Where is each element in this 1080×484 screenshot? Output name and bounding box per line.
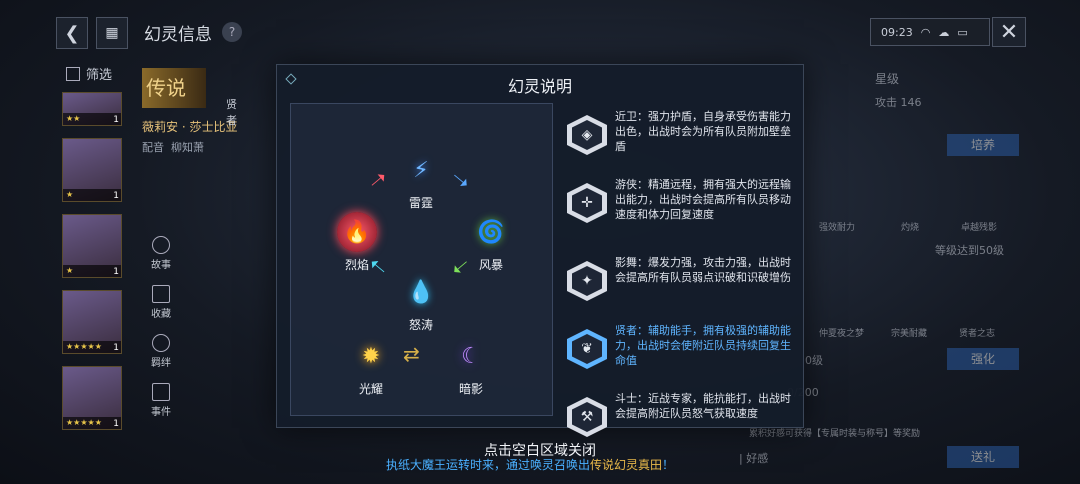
side-menu-label: 事件: [151, 407, 171, 418]
element-diagram: ⚡ 雷霆 🔥 烈焰 🌀 风暴 💧 怒涛 ✹ 光耀 ☾ 暗影 ➝ ➝ ➝ ➝ ⇄: [290, 103, 553, 416]
crosshair-icon: ✛: [567, 183, 607, 223]
element-light: ✹ 光耀: [341, 336, 401, 397]
role-list: ◈ 近卫：强力护盾，自身承受伤害能力出色，出战时会为所有队员附加壁垒盾 ✛ 游侠…: [567, 109, 797, 459]
grid-icon: ▦: [105, 25, 119, 41]
close-button[interactable]: ✕: [992, 17, 1026, 47]
rune-label: 贤者之志: [959, 329, 996, 339]
picture-icon: [152, 285, 170, 303]
moon-icon: ☾: [461, 343, 481, 369]
roster-card[interactable]: ★★★★★ 1: [62, 366, 122, 430]
roster-card[interactable]: ★ 1: [62, 214, 122, 278]
role-description: 游侠：精通远程，拥有强大的远程输出能力，出战时会提高所有队员移动速度和体力回复速…: [615, 178, 791, 221]
role-shadow-dancer: ✦ 影舞：爆发力强，攻击力强，出战时会提高所有队员弱点识破和识破增伤: [567, 255, 797, 315]
skill-label: 卓越残影: [961, 223, 998, 233]
rune-label: 宗美耐藏: [891, 329, 928, 339]
close-icon: ✕: [999, 19, 1019, 45]
hero-name: 薇莉安 · 莎士比亚: [142, 120, 238, 134]
filter-label: 筛选: [86, 68, 113, 83]
role-description: 近卫：强力护盾，自身承受伤害能力出色，出战时会为所有队员附加壁垒盾: [615, 110, 791, 153]
announcement-marquee: 执纸大魔王运转时来，通过唤灵召唤出传说幻灵真田！: [386, 456, 674, 473]
hero-info: 传说 贤者 薇莉安 · 莎士比亚 配音 柳知萧: [142, 68, 237, 155]
role-guard: ◈ 近卫：强力护盾，自身承受伤害能力出色，出战时会为所有队员附加壁垒盾: [567, 109, 797, 169]
clock: 09:23: [881, 25, 913, 39]
voice-actor: 配音 柳知萧: [142, 139, 237, 155]
side-menu-events[interactable]: 事件: [146, 383, 176, 418]
flame-icon: 🔥: [337, 212, 377, 252]
element-label: 风暴: [478, 258, 503, 272]
spirit-info-modal: 幻灵说明 ⚡ 雷霆 🔥 烈焰 🌀 风暴 💧 怒涛 ✹ 光耀 ☾ 暗影 ➝ ➝ ➝…: [276, 64, 804, 437]
role-description: 影舞：爆发力强，攻击力强，出战时会提高所有队员弱点识破和识破增伤: [615, 256, 791, 284]
roster-count: 1: [113, 419, 119, 429]
role-sage: ❦ 贤者：辅助能手，拥有极强的辅助能力，出战时会使附近队员持续回复生命值: [567, 323, 797, 383]
modal-title: 幻灵说明: [507, 77, 572, 96]
lightning-icon: ⚡: [413, 157, 429, 183]
side-menu-label: 故事: [151, 260, 171, 271]
shield-icon: ◈: [567, 115, 607, 155]
hero-role: 贤者: [226, 98, 237, 127]
axe-icon: ⚒: [567, 397, 607, 437]
wings-icon: ❦: [567, 329, 607, 369]
level-requirement: 等级达到50级: [935, 244, 1004, 257]
roster-card[interactable]: ★★★★★ 1: [62, 290, 122, 354]
enhance-button[interactable]: 强化: [947, 348, 1019, 370]
role-ranger: ✛ 游侠：精通远程，拥有强大的远程输出能力，出战时会提高所有队员移动速度和体力回…: [567, 177, 797, 247]
checkbox[interactable]: [66, 66, 80, 81]
side-menu-bond[interactable]: 羁绊: [146, 334, 176, 369]
cloud-icon: ☁: [938, 25, 950, 39]
back-button[interactable]: ❮: [56, 17, 88, 49]
skill-label: 灼烧: [901, 223, 920, 233]
flower-icon: [152, 236, 170, 254]
roster-count: 1: [113, 191, 119, 201]
menu-button[interactable]: ▦: [96, 17, 128, 49]
top-bar: ❮ ▦ 幻灵信息 ? 09:23 ◠ ☁ ▭ ✕: [0, 0, 1080, 64]
sun-icon: ✹: [361, 343, 381, 369]
side-menu-label: 羁绊: [151, 358, 171, 369]
heart-icon: [152, 334, 170, 352]
roster-card[interactable]: ★ 1: [62, 138, 122, 202]
cv-name: 柳知萧: [171, 141, 204, 154]
chevron-left-icon: ❮: [64, 22, 80, 44]
cultivate-button[interactable]: 培养: [947, 134, 1019, 156]
document-icon: [152, 383, 170, 401]
role-description: 贤者：辅助能手，拥有极强的辅助能力，出战时会使附近队员持续回复生命值: [615, 324, 791, 367]
roster-count: 1: [113, 267, 119, 277]
wifi-icon: ◠: [920, 25, 931, 39]
battery-icon: ▭: [957, 25, 968, 39]
page-title: 幻灵信息: [144, 25, 212, 45]
side-menu-label: 收藏: [151, 309, 171, 320]
cv-label: 配音: [142, 141, 164, 154]
roster-list: ★★ 1 ★ 1 ★ 1 ★★★★★ 1 ★★★★★ 1: [62, 92, 124, 442]
level-text: 0级: [805, 354, 823, 367]
help-button[interactable]: ?: [222, 22, 242, 42]
status-bar: 09:23 ◠ ☁ ▭: [870, 18, 990, 46]
skill-label: 强效耐力: [819, 223, 856, 233]
filter-toggle[interactable]: 筛选: [66, 64, 112, 83]
rarity-tag: 传说: [142, 68, 206, 108]
side-menu: 故事 收藏 羁绊 事件: [146, 236, 176, 432]
element-thunder: ⚡ 雷霆: [391, 150, 451, 211]
rune-label: 仲夏夜之梦: [819, 329, 865, 339]
roster-count: 1: [113, 115, 119, 125]
swap-arrows-icon: ⇄: [403, 342, 420, 366]
element-tide: 💧 怒涛: [391, 272, 451, 333]
element-shadow: ☾ 暗影: [441, 336, 501, 397]
marquee-text: 执纸大魔王运转时来，通过唤灵召唤出: [386, 458, 591, 472]
shuriken-icon: ✦: [567, 261, 607, 301]
element-label: 怒涛: [408, 318, 433, 332]
side-menu-collection[interactable]: 收藏: [146, 285, 176, 320]
star-label: 星级: [875, 72, 900, 86]
arrow-icon: ➝: [363, 164, 394, 197]
water-drop-icon: 💧: [407, 279, 435, 305]
marquee-highlight: 传说幻灵真田: [590, 458, 663, 472]
roster-card[interactable]: ★★ 1: [62, 92, 122, 126]
marquee-text: ！: [662, 458, 675, 472]
attack-value: 攻击 146: [875, 96, 922, 109]
element-label: 光耀: [358, 382, 383, 396]
roster-count: 1: [113, 343, 119, 353]
element-label: 暗影: [458, 382, 483, 396]
element-label: 雷霆: [408, 196, 433, 210]
side-menu-story[interactable]: 故事: [146, 236, 176, 271]
tornado-icon: 🌀: [477, 219, 505, 245]
